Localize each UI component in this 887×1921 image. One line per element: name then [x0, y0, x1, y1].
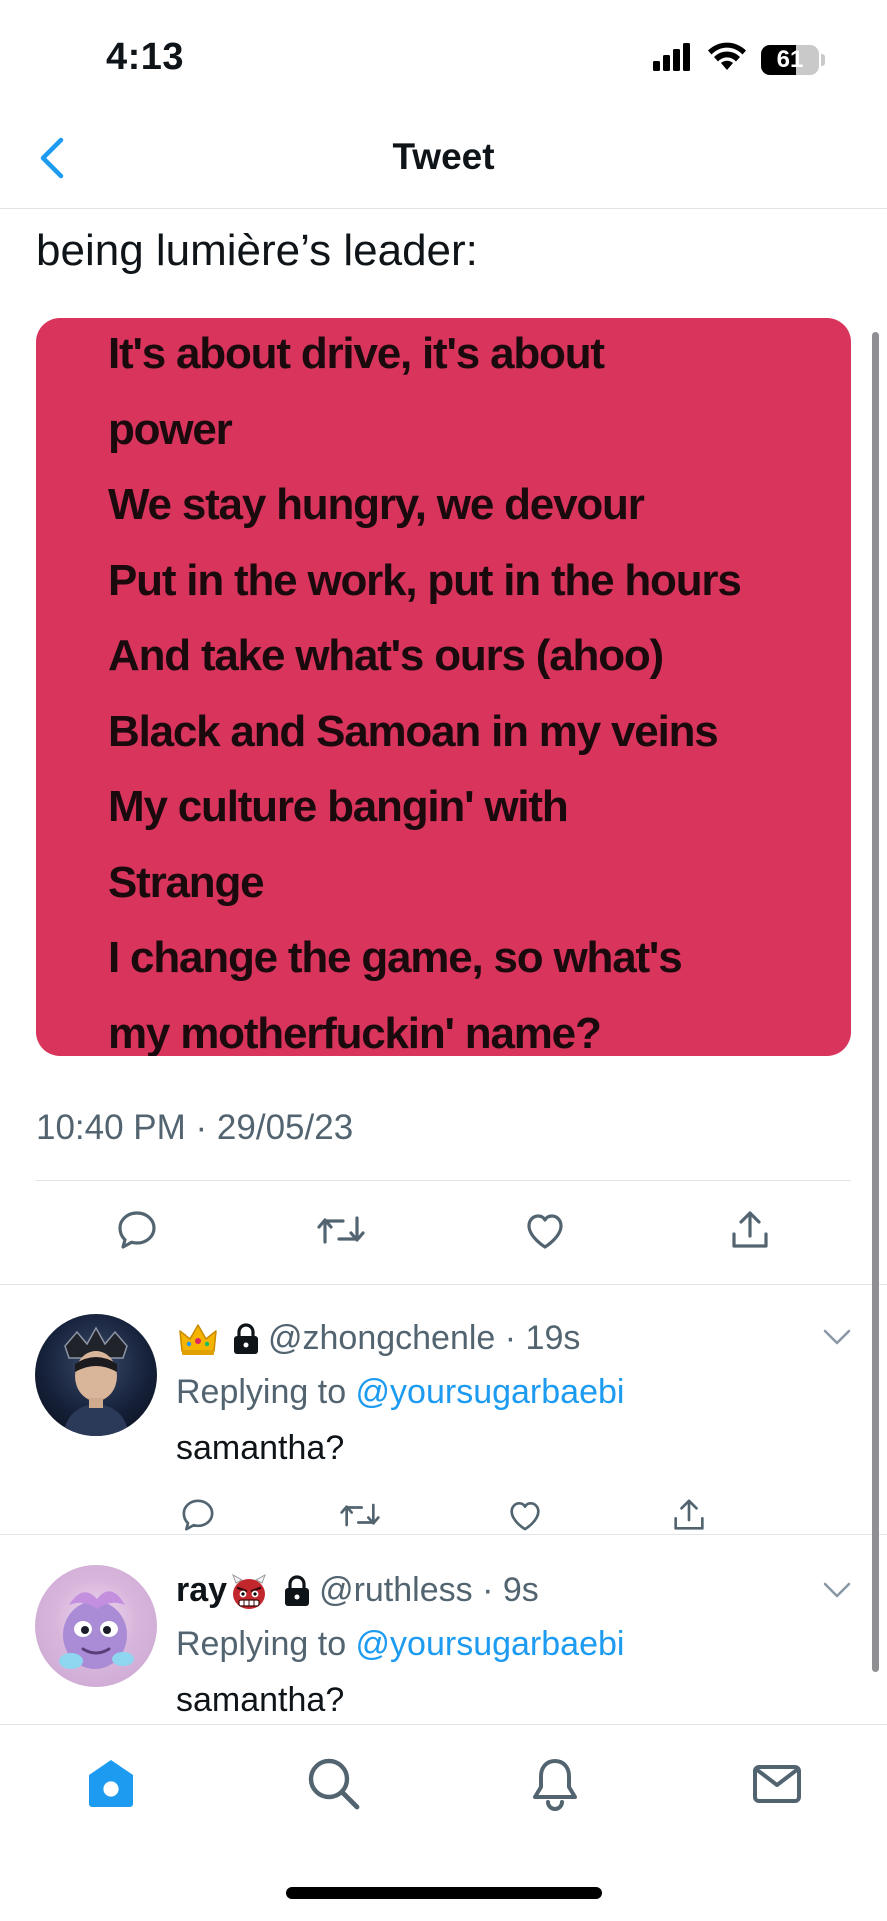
reply-text: samantha? — [176, 1681, 345, 1719]
retweet-icon — [317, 1216, 365, 1244]
battery-icon: 61 — [761, 44, 819, 75]
avatar-image — [63, 1326, 129, 1436]
lyric-line: My culture bangin' with — [108, 782, 569, 831]
lock-icon — [230, 1322, 262, 1356]
lyric-lines: It's about drive, it's about power We st… — [108, 318, 742, 1057]
replying-to-prefix: Replying to — [176, 1625, 356, 1663]
home-indicator[interactable] — [286, 1887, 602, 1899]
lyric-line: It's about drive, it's about — [108, 329, 605, 378]
reply-item[interactable]: ray @ruthless · 9s Replying to @yoursuga… — [0, 1535, 887, 1723]
reply-header: ray @ruthless · 9s — [176, 1571, 539, 1610]
display-name[interactable]: ray — [176, 1571, 227, 1610]
scrollbar[interactable] — [872, 332, 879, 1672]
replying-to-prefix: Replying to — [176, 1373, 356, 1411]
lyric-line: power — [108, 404, 233, 454]
tweet-action-bar — [0, 1200, 887, 1264]
reply-text: samantha? — [176, 1429, 345, 1467]
share-button[interactable] — [665, 1491, 713, 1539]
avatar[interactable] — [35, 1314, 157, 1436]
like-button[interactable] — [501, 1491, 549, 1539]
reply-header: @zhongchenle · 19s — [176, 1319, 580, 1358]
battery-cap — [821, 53, 825, 66]
lyric-line: Strange — [108, 857, 265, 907]
tab-messages[interactable] — [745, 1751, 809, 1815]
share-icon — [732, 1211, 768, 1248]
heart-icon — [510, 1502, 540, 1531]
tab-notifications[interactable] — [523, 1751, 587, 1815]
mail-icon — [753, 1765, 801, 1803]
ogre-emoji-icon — [229, 1573, 269, 1609]
nav-header: Tweet — [0, 110, 887, 209]
home-icon — [89, 1760, 133, 1807]
retweet-icon — [340, 1503, 380, 1527]
tab-home[interactable] — [79, 1751, 143, 1815]
like-button[interactable] — [515, 1200, 575, 1260]
reply-button[interactable] — [174, 1491, 222, 1539]
status-icons: 61 — [653, 42, 825, 77]
avatar[interactable] — [35, 1565, 157, 1687]
mention-link[interactable]: @yoursugarbaebi — [356, 1373, 625, 1411]
tab-search[interactable] — [301, 1751, 365, 1815]
tweet-text: being lumière’s leader: — [36, 226, 478, 275]
search-icon — [308, 1758, 360, 1810]
status-time: 4:13 — [106, 36, 185, 78]
chevron-down-icon — [823, 1329, 851, 1345]
wifi-icon — [707, 42, 747, 77]
comment-icon — [118, 1211, 156, 1249]
share-button[interactable] — [720, 1200, 780, 1260]
chevron-down-icon — [823, 1582, 851, 1598]
mention-link[interactable]: @yoursugarbaebi — [356, 1625, 625, 1663]
page-title: Tweet — [392, 136, 495, 177]
lyric-line: We stay hungry, we devour — [108, 480, 645, 529]
reply-action-bar — [0, 1491, 887, 1539]
lyric-line: I change the game, so what's — [108, 933, 683, 982]
replying-to: Replying to @yoursugarbaebi — [176, 1625, 624, 1664]
lock-icon — [281, 1574, 313, 1608]
avatar-image — [59, 1591, 134, 1669]
more-options-button[interactable] — [820, 1572, 854, 1606]
more-options-button[interactable] — [820, 1319, 854, 1353]
reply-item[interactable]: @zhongchenle · 19s Replying to @yoursuga… — [0, 1285, 887, 1534]
retweet-button[interactable] — [336, 1491, 384, 1539]
divider — [36, 1180, 851, 1181]
lyric-line: And take what's ours (ahoo) — [108, 631, 664, 680]
share-icon — [674, 1499, 704, 1530]
retweet-button[interactable] — [311, 1200, 371, 1260]
handle-and-time[interactable]: @ruthless · 9s — [319, 1571, 539, 1610]
bell-icon — [533, 1759, 577, 1811]
replying-to: Replying to @yoursugarbaebi — [176, 1373, 624, 1412]
reply-button[interactable] — [107, 1200, 167, 1260]
lyric-line: Black and Samoan in my veins — [108, 706, 719, 756]
crown-emoji-icon — [178, 1321, 218, 1357]
tweet-image-lyrics-card[interactable]: It's about drive, it's about power We st… — [36, 318, 851, 1056]
handle-and-time[interactable]: @zhongchenle · 19s — [268, 1319, 580, 1358]
lyric-line: my motherfuckin' name? — [108, 1008, 602, 1057]
lyric-line: Put in the work, put in the hours — [108, 555, 742, 605]
tweet-timestamp[interactable]: 10:40 PM · 29/05/23 — [36, 1108, 353, 1148]
cellular-signal-icon — [653, 43, 693, 76]
battery-level: 61 — [776, 45, 804, 73]
status-bar: 4:13 61 — [0, 0, 887, 110]
heart-icon — [527, 1214, 563, 1249]
comment-icon — [182, 1499, 214, 1531]
